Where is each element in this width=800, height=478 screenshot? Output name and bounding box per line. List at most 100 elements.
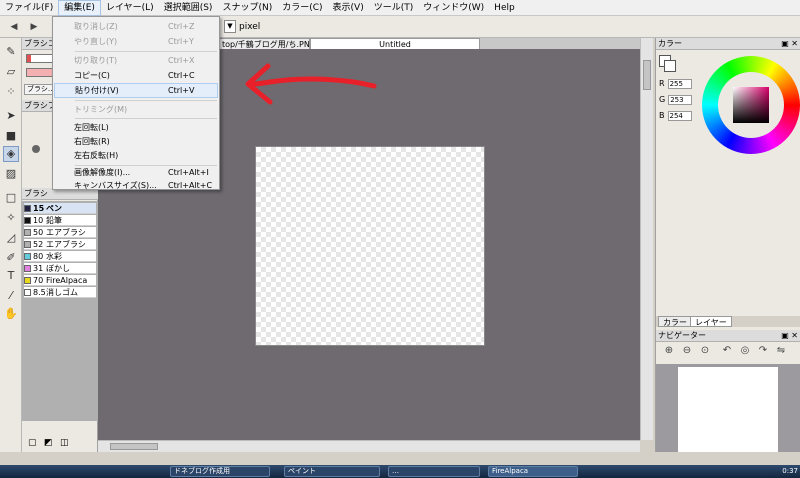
- tab-color[interactable]: カラー: [658, 316, 692, 327]
- saturation-value-square[interactable]: [733, 87, 769, 123]
- transparent-canvas[interactable]: [255, 146, 485, 346]
- horizontal-scrollbar[interactable]: [98, 440, 640, 452]
- eraser-tool-icon[interactable]: ▱: [3, 64, 19, 80]
- brush-preview-dot: [32, 145, 40, 153]
- brush-swatch: [24, 241, 31, 248]
- menu-color[interactable]: カラー(C): [277, 0, 327, 16]
- taskbar-button[interactable]: ドネブログ作成用: [170, 466, 270, 477]
- brush-list-item[interactable]: 70 FireAlpaca: [24, 275, 96, 286]
- next-icon[interactable]: ▶: [26, 19, 42, 35]
- brush-size-fill: [27, 55, 31, 62]
- menu-view[interactable]: 表示(V): [328, 0, 369, 16]
- menu-selection[interactable]: 選択範囲(S): [159, 0, 218, 16]
- eyedropper-icon[interactable]: ⁄: [3, 288, 19, 304]
- horizontal-scroll-thumb[interactable]: [110, 443, 158, 450]
- brush-list-item[interactable]: 10 鉛筆: [24, 215, 96, 226]
- pen-tool-icon[interactable]: ✎: [3, 44, 19, 60]
- right-panel: カラー ▣ ✕ R 255 G 253 B 254 カラー レイヤー ナビゲーター ▣ ✕…: [655, 38, 800, 452]
- prev-icon[interactable]: ◀: [6, 19, 22, 35]
- brush-swatch: [24, 265, 31, 272]
- flip-view-icon[interactable]: ⇋: [774, 344, 788, 358]
- brush-swatch: [24, 229, 31, 236]
- tab-layer[interactable]: レイヤー: [690, 316, 732, 327]
- zoom-in-icon[interactable]: ⊕: [662, 344, 676, 358]
- bucket-tool-icon[interactable]: ◈: [3, 146, 19, 162]
- select-tool-icon[interactable]: □: [3, 190, 19, 206]
- taskbar-clock: 0:37: [782, 467, 798, 475]
- menu-separator: [75, 118, 217, 119]
- panel-tabs: カラー レイヤー: [656, 316, 800, 327]
- r-input[interactable]: 255: [667, 79, 692, 89]
- menu-undo[interactable]: 取り消し(Z) Ctrl+Z: [54, 19, 218, 34]
- edit-dropdown-menu: 取り消し(Z) Ctrl+Z やり直し(Y) Ctrl+Y 切り取り(T) Ctrl+…: [52, 16, 220, 190]
- pen-select-icon[interactable]: ✐: [3, 250, 19, 266]
- navigator-toolbar: ⊕ ⊖ ⊙ ↶ ◎ ↷ ⇋: [658, 344, 798, 358]
- brush-list-item[interactable]: 8.5消しゴム: [24, 287, 96, 298]
- hand-tool-icon[interactable]: ✋: [3, 306, 19, 322]
- menu-paste[interactable]: 貼り付け(V) Ctrl+V: [54, 83, 218, 98]
- duplicate-brush-icon[interactable]: ◩: [44, 438, 53, 448]
- menu-trim[interactable]: トリミング(M): [54, 102, 218, 117]
- menu-layer[interactable]: レイヤー(L): [101, 0, 159, 16]
- menu-redo[interactable]: やり直し(Y) Ctrl+Y: [54, 34, 218, 49]
- tab-untitled[interactable]: Untitled: [310, 38, 480, 49]
- rotate-right-icon[interactable]: ↷: [756, 344, 770, 358]
- menu-snap[interactable]: スナップ(N): [217, 0, 277, 16]
- gradient-tool-icon[interactable]: ▨: [3, 166, 19, 182]
- menu-rotate-left[interactable]: 左回転(L): [54, 120, 218, 135]
- red-arrow-annotation: [245, 63, 377, 105]
- brush-swatch: [24, 205, 31, 212]
- zoom-reset-icon[interactable]: ⊙: [698, 344, 712, 358]
- brush-list-item[interactable]: 52 エアブラシ: [24, 239, 96, 250]
- brush-list-item[interactable]: 80 水彩: [24, 251, 96, 262]
- taskbar-button[interactable]: ペイント: [284, 466, 380, 477]
- menu-edit[interactable]: 編集(E): [58, 0, 101, 16]
- menu-window[interactable]: ウィンドウ(W): [418, 0, 489, 16]
- tool-strip: ✎ ▱ ⁘ ➤ ■ ◈ ▨ □ ✧ ◿ ✐ T ⁄ ✋: [0, 38, 22, 452]
- brush-swatch: [24, 217, 31, 224]
- navigator-preview[interactable]: [656, 364, 800, 452]
- brush-list-item[interactable]: 50 エアブラシ: [24, 227, 96, 238]
- brush-swatch: [24, 289, 31, 296]
- tab-document-1[interactable]: top/千鶴ブログ用/ち.PNG: [218, 38, 310, 49]
- menu-flip-horizontal[interactable]: 左右反転(H): [54, 148, 218, 163]
- lasso-icon[interactable]: ◿: [3, 230, 19, 246]
- vertical-scrollbar[interactable]: [640, 38, 653, 440]
- rotate-reset-icon[interactable]: ◎: [738, 344, 752, 358]
- navigator-controls-icon[interactable]: ▣ ✕: [781, 330, 798, 342]
- text-tool-icon[interactable]: T: [3, 268, 19, 284]
- menu-bar: ファイル(F) 編集(E) レイヤー(L) 選択範囲(S) スナップ(N) カラ…: [0, 0, 800, 16]
- zoom-out-icon[interactable]: ⊖: [680, 344, 694, 358]
- new-brush-icon[interactable]: ▢: [28, 438, 37, 448]
- taskbar-button[interactable]: …: [388, 466, 480, 477]
- rotate-left-icon[interactable]: ↶: [720, 344, 734, 358]
- menu-copy[interactable]: コピー(C) Ctrl+C: [54, 68, 218, 83]
- background-color-swatch[interactable]: [664, 60, 676, 72]
- menu-separator: [75, 100, 217, 101]
- vertical-scroll-thumb[interactable]: [643, 60, 651, 90]
- r-row: R 255: [659, 78, 692, 89]
- brush-list-item[interactable]: 15 ペン: [24, 203, 96, 214]
- delete-brush-icon[interactable]: ◫: [60, 438, 69, 448]
- fill-tool-icon[interactable]: ■: [3, 128, 19, 144]
- magic-wand-icon[interactable]: ✧: [3, 210, 19, 226]
- unit-dropdown[interactable]: ▼: [224, 20, 236, 33]
- move-tool-icon[interactable]: ➤: [3, 108, 19, 124]
- panel-controls-icon[interactable]: ▣ ✕: [781, 38, 798, 50]
- taskbar-button-firealpaca[interactable]: FireAlpaca: [488, 466, 578, 477]
- menu-tool[interactable]: ツール(T): [369, 0, 419, 16]
- menu-help[interactable]: Help: [489, 0, 520, 16]
- menu-cut[interactable]: 切り取り(T) Ctrl+X: [54, 53, 218, 68]
- menu-separator: [75, 51, 217, 52]
- menu-file[interactable]: ファイル(F): [0, 0, 58, 16]
- g-input[interactable]: 253: [668, 95, 693, 105]
- menu-canvas-size[interactable]: キャンバスサイズ(S)... Ctrl+Alt+C: [54, 178, 218, 193]
- brush-list-item[interactable]: 31 ぼかし: [24, 263, 96, 274]
- dot-tool-icon[interactable]: ⁘: [3, 84, 19, 100]
- brush-swatch: [24, 253, 31, 260]
- menu-rotate-right[interactable]: 右回転(R): [54, 134, 218, 149]
- navigator-canvas: [678, 367, 778, 452]
- hue-wheel[interactable]: [702, 56, 800, 154]
- b-input[interactable]: 254: [667, 111, 692, 121]
- color-panel-title: カラー ▣ ✕: [656, 38, 800, 50]
